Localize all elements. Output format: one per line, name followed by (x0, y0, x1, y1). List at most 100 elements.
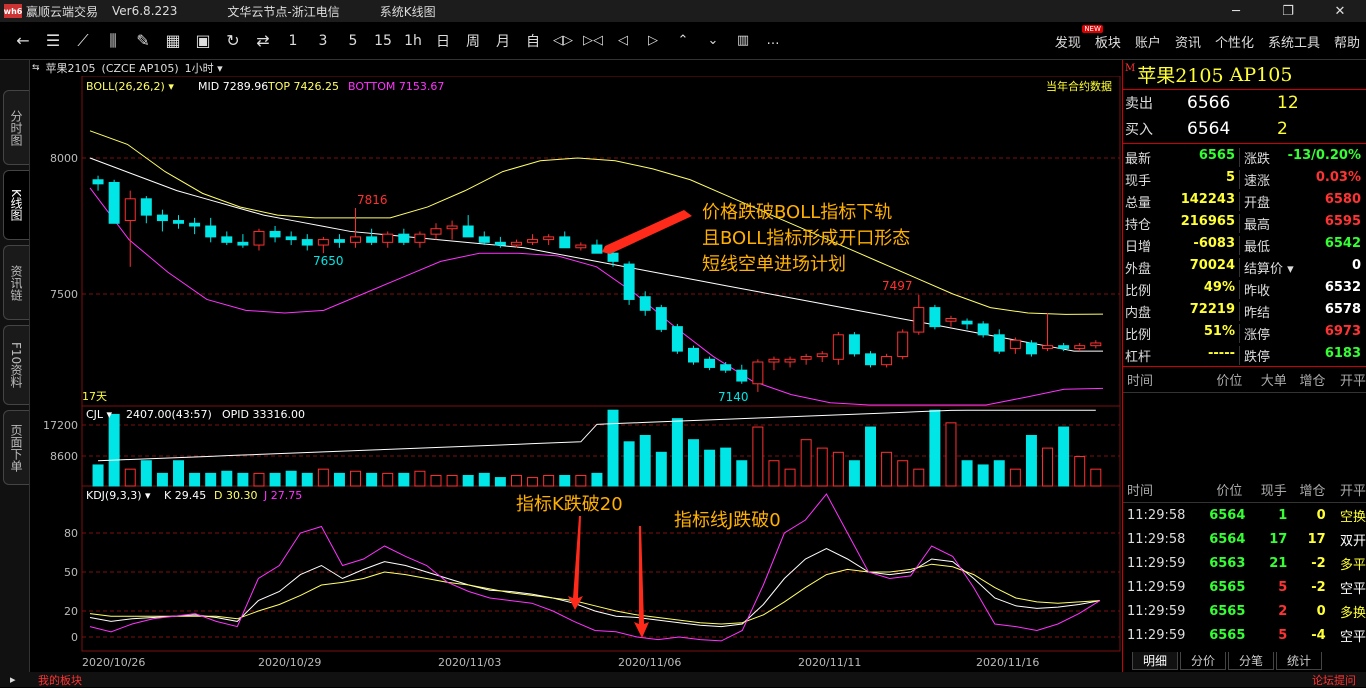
period-7-button[interactable]: 月 (488, 31, 518, 51)
volume-bar (929, 409, 941, 487)
column-header: 价位 (1216, 484, 1243, 499)
list-icon[interactable]: ☰ (38, 31, 68, 50)
tick-cell: 空换 (1339, 509, 1366, 525)
status-plus-icon[interactable]: ▸ (10, 673, 16, 686)
quote-row: 日增 -6083 最低 6542 (1123, 234, 1366, 256)
period-select[interactable]: 1小时 ▾ (185, 60, 223, 76)
more-icon[interactable]: … (758, 33, 788, 48)
draw-icon[interactable]: ✎ (128, 31, 158, 50)
candle-body (768, 358, 780, 363)
column-header: 现手 (1260, 484, 1287, 499)
right-icon[interactable]: ▷ (638, 33, 668, 48)
grid-icon[interactable]: ▦ (158, 31, 188, 50)
quote-row: 总量 142243 开盘 6580 (1123, 190, 1366, 212)
back-icon[interactable]: ← (8, 31, 38, 50)
boll-legend[interactable]: BOLL(26,26,2) ▾ (86, 80, 174, 93)
minimize-button[interactable]: ─ (1210, 0, 1262, 22)
quote-value: 6580 (1324, 191, 1361, 207)
high-label: 7816 (357, 193, 388, 207)
candle-body (752, 361, 764, 385)
volume-bar (1090, 468, 1102, 487)
tick-row: 11:29:59 6565 5 -2 空平 (1123, 575, 1366, 599)
zoom-in-icon[interactable]: ◁▷ (548, 33, 578, 48)
candle-body (189, 222, 201, 227)
period-1-button[interactable]: 3 (308, 33, 338, 49)
menu-2[interactable]: 账户 (1135, 32, 1161, 51)
bid-row[interactable]: 买入 6564 2 (1123, 116, 1366, 142)
ask-row[interactable]: 卖出 6566 12 (1123, 90, 1366, 116)
tick-cell: 2 (1278, 603, 1288, 619)
menu-4[interactable]: 个性化 (1215, 32, 1254, 51)
period-8-button[interactable]: 自 (518, 31, 548, 51)
zoom-out-icon[interactable]: ▷◁ (578, 33, 608, 48)
quote-title: M 苹果2105 AP105 (1123, 60, 1366, 90)
detail-tab[interactable]: 统计 (1276, 652, 1322, 670)
close-button[interactable]: ✕ (1314, 0, 1366, 22)
candle-body (591, 244, 603, 254)
menu-3[interactable]: 资讯 (1175, 32, 1201, 51)
volume-legend[interactable]: CJL ▾ (86, 408, 113, 421)
menu-1[interactable]: 板块 (1095, 32, 1121, 51)
candle-body (462, 225, 474, 238)
candle-body (430, 228, 442, 235)
app-logo: wh6 (4, 4, 22, 18)
contract-note: 当年合约数据 (1046, 79, 1112, 93)
volume-bar (607, 409, 619, 487)
quote-row: 比例 51% 涨停 6973 (1123, 322, 1366, 344)
detail-tab[interactable]: 分笔 (1228, 652, 1274, 670)
quote-value: 6595 (1324, 213, 1361, 229)
candlestick-icon[interactable]: ⫼ (98, 31, 128, 51)
date-axis-label: 2020/11/16 (976, 656, 1039, 669)
refresh-icon[interactable]: ↻ (218, 31, 248, 50)
tick-header: 时间 价位 现手 增仓 开平 (1123, 477, 1366, 503)
period-0-button[interactable]: 1 (278, 33, 308, 49)
annotation-arrow (602, 210, 692, 254)
tab-time-chart[interactable]: 分时图 (3, 90, 29, 165)
forum-link[interactable]: 论坛提问 (1312, 672, 1356, 688)
tab-news-chain[interactable]: 资讯链 (3, 245, 29, 320)
quote-value: 6578 (1324, 301, 1361, 317)
menu-0[interactable]: 发现 NEW (1055, 24, 1103, 51)
candle-body (881, 356, 893, 366)
line-chart-icon[interactable]: ⟋ (68, 31, 98, 51)
detail-tab[interactable]: 明细 (1132, 652, 1178, 670)
volume-bar (687, 439, 699, 487)
tick-cell: 11:29:59 (1127, 603, 1186, 619)
candle-body (929, 307, 941, 328)
kline-chart[interactable]: 8000 7500 17200 8600 80 50 20 0 BOLL(26,26,2) ▾ M… (30, 76, 1122, 672)
candle-body (1025, 342, 1037, 355)
period-6-button[interactable]: 周 (458, 31, 488, 51)
chart-header: ⇆ 苹果2105 (CZCE AP105) 1小时 ▾ (32, 60, 1122, 76)
tab-order[interactable]: 页面下单 (3, 410, 29, 485)
down-icon[interactable]: ⌄ (698, 33, 728, 48)
volume-bar (897, 460, 909, 487)
period-5-button[interactable]: 日 (428, 31, 458, 51)
menu-5[interactable]: 系统工具 (1268, 32, 1320, 51)
quote-label: 结算价 ▾ (1244, 261, 1294, 277)
left-icon[interactable]: ◁ (608, 33, 638, 48)
quote-code: AP105 (1229, 63, 1293, 86)
period-3-button[interactable]: 15 (368, 33, 398, 49)
up-icon[interactable]: ⌃ (668, 33, 698, 48)
quote-label: 开盘 (1244, 195, 1271, 211)
tick-row: 11:29:59 6563 21 -2 多平 (1123, 551, 1366, 575)
menu-6[interactable]: 帮助 (1334, 32, 1360, 51)
period-2-button[interactable]: 5 (338, 33, 368, 49)
candle-body (285, 236, 297, 241)
layout-icon[interactable]: ▥ (728, 33, 758, 48)
swap-icon[interactable]: ⇄ (248, 31, 278, 50)
period-4-button[interactable]: 1h (398, 33, 428, 49)
kdj-k-line (89, 548, 1101, 628)
header-menu-icon[interactable]: ⇆ (32, 63, 40, 73)
volume-bar (1042, 447, 1054, 487)
tab-k-line[interactable]: K线图 (3, 170, 29, 240)
volume-bar (945, 422, 957, 487)
detail-tab[interactable]: 分价 (1180, 652, 1226, 670)
kdj-legend[interactable]: KDJ(9,3,3) ▾ (86, 489, 151, 502)
maximize-button[interactable]: ❐ (1262, 0, 1314, 22)
save-icon[interactable]: ▣ (188, 31, 218, 50)
tab-f10[interactable]: F10资料 (3, 325, 29, 405)
price-axis-label: 7500 (50, 288, 78, 301)
my-sectors[interactable]: 我的板块 (38, 672, 82, 688)
server-node[interactable]: 文华云节点-浙江电信 (227, 3, 339, 20)
